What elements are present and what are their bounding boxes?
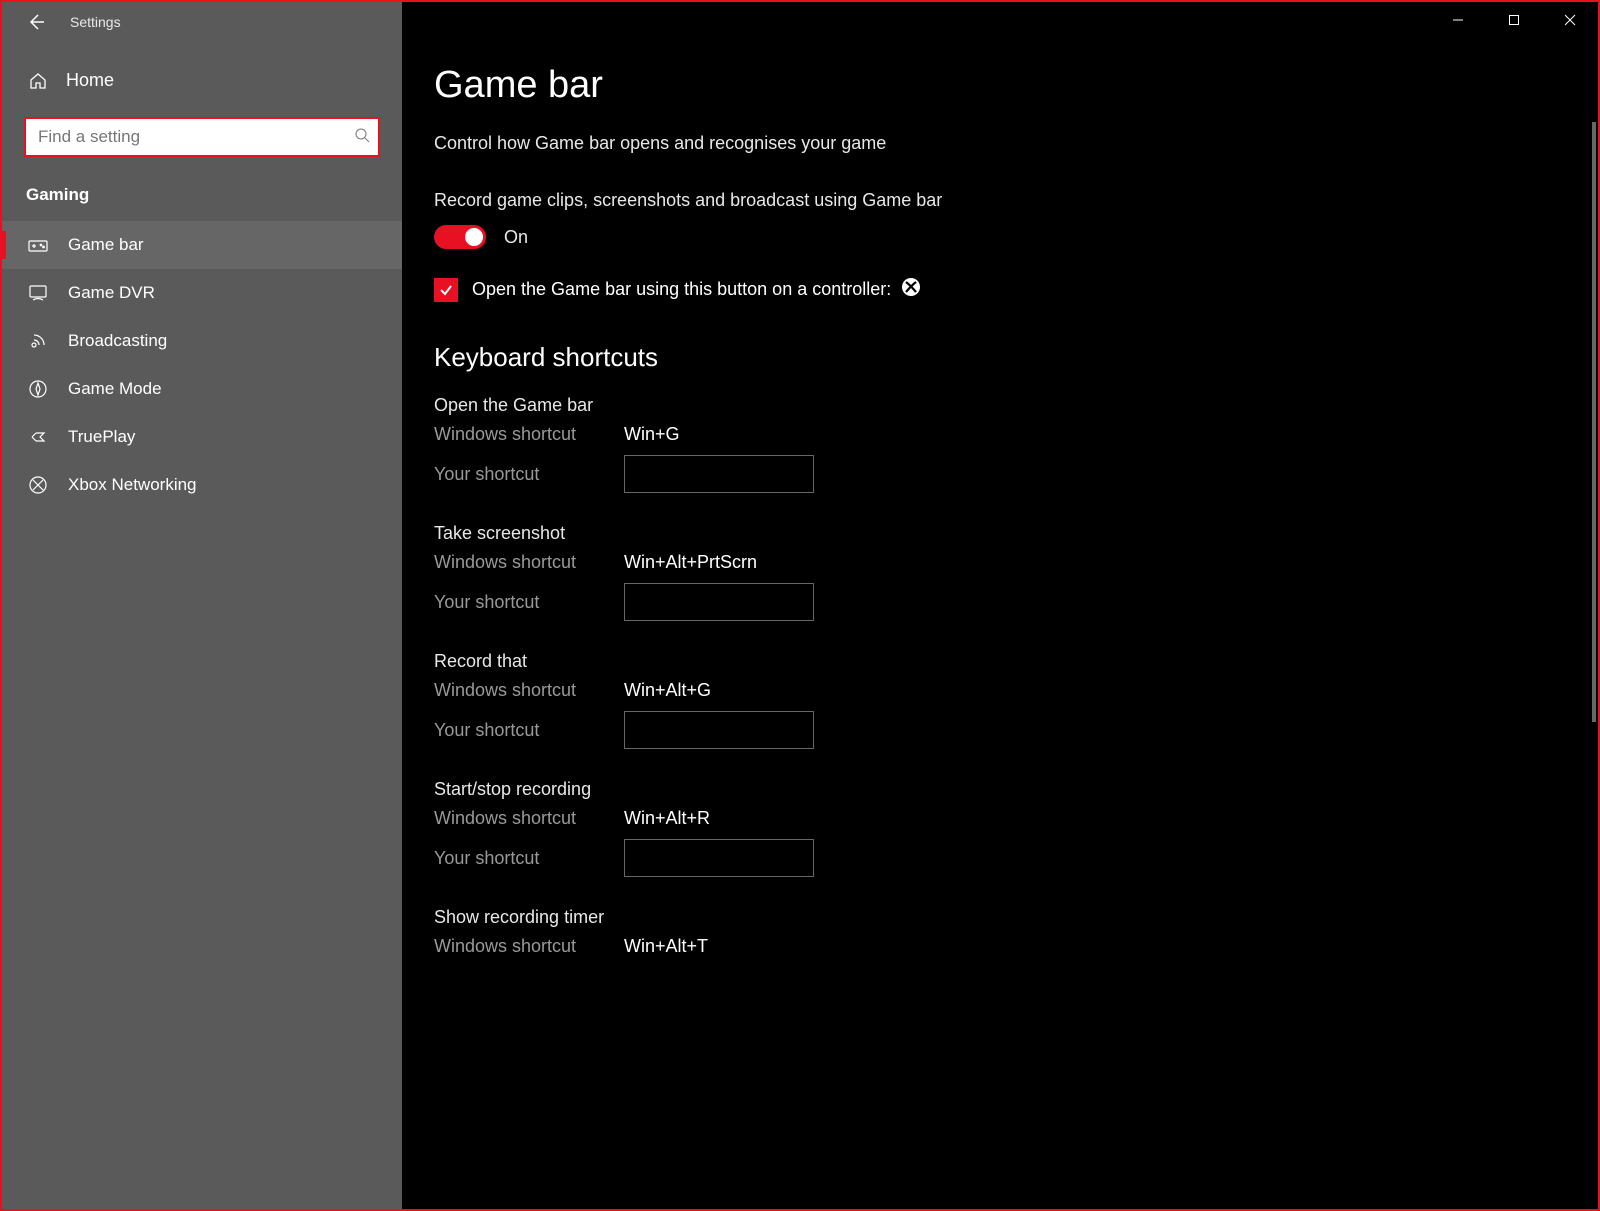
sidebar-home[interactable]: Home	[2, 52, 402, 109]
win-shortcut-value: Win+Alt+PrtScrn	[624, 552, 757, 573]
app-title: Settings	[70, 14, 121, 30]
xbox-button-icon	[901, 277, 921, 302]
record-toggle-row: On	[434, 225, 1546, 249]
check-icon	[438, 282, 454, 298]
content-pane: Game bar Control how Game bar opens and …	[402, 2, 1598, 1209]
back-button[interactable]	[24, 10, 48, 34]
your-shortcut-input[interactable]	[624, 455, 814, 493]
sidebar-item-game-mode[interactable]: Game Mode	[2, 365, 402, 413]
dvr-icon	[28, 283, 48, 303]
win-shortcut-value: Win+Alt+R	[624, 808, 710, 829]
shortcut-title: Start/stop recording	[434, 779, 1546, 800]
record-toggle-label: Record game clips, screenshots and broad…	[434, 190, 1546, 211]
your-shortcut-label: Your shortcut	[434, 464, 624, 485]
titlebar-left: Settings	[2, 10, 121, 34]
win-shortcut-value: Win+Alt+G	[624, 680, 711, 701]
win-shortcut-value: Win+G	[624, 424, 680, 445]
search-input[interactable]	[38, 127, 354, 147]
your-shortcut-input[interactable]	[624, 839, 814, 877]
gamebar-icon	[28, 235, 48, 255]
arrow-left-icon	[26, 12, 46, 32]
gamemode-icon	[28, 379, 48, 399]
search-box[interactable]	[24, 117, 380, 157]
scrollbar-thumb[interactable]	[1592, 122, 1596, 722]
shortcuts-heading: Keyboard shortcuts	[434, 342, 1546, 373]
shortcut-record-that: Record that Windows shortcut Win+Alt+G Y…	[434, 651, 1546, 749]
win-shortcut-value: Win+Alt+T	[624, 936, 708, 957]
home-icon	[28, 71, 48, 91]
settings-window: Settings Home	[0, 0, 1600, 1211]
close-icon	[1564, 14, 1576, 26]
your-shortcut-label: Your shortcut	[434, 848, 624, 869]
trueplay-icon	[28, 427, 48, 447]
sidebar-item-label: Xbox Networking	[68, 475, 197, 495]
xbox-icon	[28, 475, 48, 495]
sidebar-item-label: Broadcasting	[68, 331, 167, 351]
your-shortcut-label: Your shortcut	[434, 720, 624, 741]
toggle-state: On	[504, 227, 528, 248]
window-controls	[1430, 2, 1598, 38]
controller-checkbox[interactable]	[434, 278, 458, 302]
shortcut-show-recording-timer: Show recording timer Windows shortcut Wi…	[434, 907, 1546, 957]
shortcut-title: Show recording timer	[434, 907, 1546, 928]
shortcut-take-screenshot: Take screenshot Windows shortcut Win+Alt…	[434, 523, 1546, 621]
broadcast-icon	[28, 331, 48, 351]
sidebar-item-broadcasting[interactable]: Broadcasting	[2, 317, 402, 365]
controller-checkbox-label: Open the Game bar using this button on a…	[472, 277, 921, 302]
sidebar-item-label: Game Mode	[68, 379, 162, 399]
sidebar-item-xbox-networking[interactable]: Xbox Networking	[2, 461, 402, 509]
sidebar-item-label: TruePlay	[68, 427, 135, 447]
shortcut-title: Take screenshot	[434, 523, 1546, 544]
controller-check-row: Open the Game bar using this button on a…	[434, 277, 1546, 302]
win-shortcut-label: Windows shortcut	[434, 808, 624, 829]
page-title: Game bar	[434, 64, 1546, 107]
sidebar-item-trueplay[interactable]: TruePlay	[2, 413, 402, 461]
search-wrap	[2, 109, 402, 175]
shortcut-start-stop-recording: Start/stop recording Windows shortcut Wi…	[434, 779, 1546, 877]
sidebar-item-label: Game bar	[68, 235, 144, 255]
page-subtitle: Control how Game bar opens and recognise…	[434, 133, 1546, 154]
win-shortcut-label: Windows shortcut	[434, 680, 624, 701]
shortcut-title: Open the Game bar	[434, 395, 1546, 416]
maximize-icon	[1508, 14, 1520, 26]
your-shortcut-label: Your shortcut	[434, 592, 624, 613]
win-shortcut-label: Windows shortcut	[434, 936, 624, 957]
sidebar-section-label: Gaming	[2, 175, 402, 221]
maximize-button[interactable]	[1486, 2, 1542, 38]
your-shortcut-input[interactable]	[624, 711, 814, 749]
sidebar-item-game-dvr[interactable]: Game DVR	[2, 269, 402, 317]
home-label: Home	[66, 70, 114, 91]
close-button[interactable]	[1542, 2, 1598, 38]
minimize-icon	[1452, 14, 1464, 26]
titlebar: Settings	[2, 2, 1598, 42]
search-icon	[354, 127, 370, 148]
win-shortcut-label: Windows shortcut	[434, 424, 624, 445]
sidebar-item-game-bar[interactable]: Game bar	[2, 221, 402, 269]
sidebar: Home Gaming Game bar Game DVR	[2, 2, 402, 1209]
shortcut-open-gamebar: Open the Game bar Windows shortcut Win+G…	[434, 395, 1546, 493]
win-shortcut-label: Windows shortcut	[434, 552, 624, 573]
record-toggle[interactable]	[434, 225, 486, 249]
your-shortcut-input[interactable]	[624, 583, 814, 621]
shortcut-title: Record that	[434, 651, 1546, 672]
sidebar-item-label: Game DVR	[68, 283, 155, 303]
minimize-button[interactable]	[1430, 2, 1486, 38]
